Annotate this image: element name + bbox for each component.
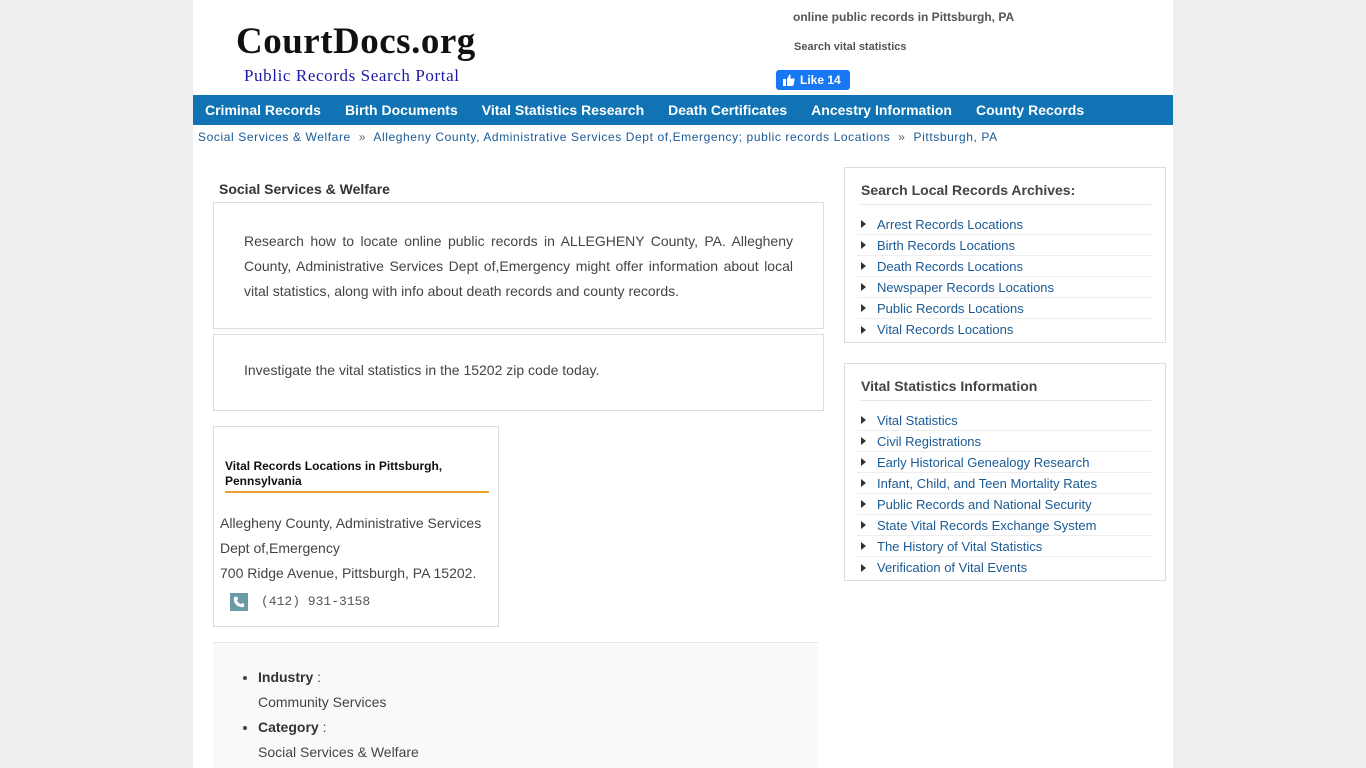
intro-text: Research how to locate online public rec… (244, 233, 793, 299)
caret-right-icon (861, 325, 866, 334)
detail-item-category: Category : Social Services & Welfare (258, 715, 419, 765)
facebook-like-label: Like 14 (800, 73, 841, 87)
nav-item-death-certificates[interactable]: Death Certificates (668, 102, 787, 118)
list-item: Vital Statistics (857, 410, 1152, 431)
list-item: Early Historical Genealogy Research (857, 452, 1152, 473)
main-nav: Criminal Records Birth Documents Vital S… (193, 95, 1173, 125)
breadcrumb: Social Services & Welfare » Allegheny Co… (198, 130, 998, 144)
location-address: Allegheny County, Administrative Service… (220, 511, 481, 586)
caret-right-icon (861, 437, 866, 445)
list-item: Infant, Child, and Teen Mortality Rates (857, 473, 1152, 494)
vital-info-list: Vital Statistics Civil Registrations Ear… (857, 410, 1152, 578)
location-name-line2: Dept of,Emergency (220, 540, 340, 556)
vital-info-widget: Vital Statistics Information Vital Stati… (844, 363, 1166, 581)
location-street-address: 700 Ridge Avenue, Pittsburgh, PA 15202. (220, 565, 477, 581)
list-item: Arrest Records Locations (857, 214, 1152, 235)
vital-link-exchange-system[interactable]: State Vital Records Exchange System (877, 518, 1096, 533)
detail-label: Industry (258, 669, 314, 685)
list-item: Verification of Vital Events (857, 557, 1152, 578)
vital-link-civil-registrations[interactable]: Civil Registrations (877, 434, 981, 449)
page: CourtDocs.org Public Records Search Port… (193, 0, 1173, 768)
archive-link-vital-records[interactable]: Vital Records Locations (877, 322, 1013, 337)
vital-link-vital-statistics[interactable]: Vital Statistics (877, 413, 958, 428)
list-item: Vital Records Locations (857, 319, 1152, 340)
detail-label: Category (258, 719, 319, 735)
breadcrumb-item-locations[interactable]: Allegheny County, Administrative Service… (373, 130, 890, 144)
site-logo-subtitle[interactable]: Public Records Search Portal (244, 66, 460, 86)
section-title: Social Services & Welfare (219, 181, 390, 197)
detail-item-industry: Industry : Community Services (258, 665, 419, 715)
caret-right-icon (861, 542, 866, 550)
archive-link-public-records[interactable]: Public Records Locations (877, 301, 1024, 316)
list-item: Birth Records Locations (857, 235, 1152, 256)
nav-item-vital-statistics-research[interactable]: Vital Statistics Research (482, 102, 644, 118)
breadcrumb-item-category[interactable]: Social Services & Welfare (198, 130, 351, 144)
location-card: Vital Records Locations in Pittsburgh, P… (213, 426, 499, 627)
details-panel: Industry : Community Services Category :… (213, 642, 818, 768)
intro-box: Research how to locate online public rec… (213, 202, 824, 329)
list-item: Newspaper Records Locations (857, 277, 1152, 298)
thumbs-up-icon (783, 74, 795, 86)
archive-link-arrest-records[interactable]: Arrest Records Locations (877, 217, 1023, 232)
phone-icon (230, 593, 248, 611)
nav-item-county-records[interactable]: County Records (976, 102, 1084, 118)
details-list: Industry : Community Services Category :… (258, 665, 419, 765)
vital-link-history[interactable]: The History of Vital Statistics (877, 539, 1042, 554)
site-logo-title[interactable]: CourtDocs.org (236, 20, 476, 63)
list-item: State Vital Records Exchange System (857, 515, 1152, 536)
list-item: The History of Vital Statistics (857, 536, 1152, 557)
caret-right-icon (861, 458, 866, 466)
caret-right-icon (861, 283, 866, 291)
caret-right-icon (861, 416, 866, 424)
list-item: Public Records and National Security (857, 494, 1152, 515)
caret-right-icon (861, 479, 866, 487)
zip-text: Investigate the vital statistics in the … (244, 362, 600, 378)
vital-link-national-security[interactable]: Public Records and National Security (877, 497, 1092, 512)
archive-link-newspaper-records[interactable]: Newspaper Records Locations (877, 280, 1054, 295)
header-link-public-records[interactable]: online public records in Pittsburgh, PA (793, 10, 1014, 24)
archives-list: Arrest Records Locations Birth Records L… (857, 214, 1152, 340)
caret-right-icon (861, 563, 866, 572)
archives-widget: Search Local Records Archives: Arrest Re… (844, 167, 1166, 343)
breadcrumb-separator: » (898, 130, 906, 144)
archives-widget-title: Search Local Records Archives: (861, 182, 1151, 205)
caret-right-icon (861, 241, 866, 249)
vital-link-mortality-rates[interactable]: Infant, Child, and Teen Mortality Rates (877, 476, 1097, 491)
location-card-title: Vital Records Locations in Pittsburgh, P… (225, 459, 489, 493)
list-item: Civil Registrations (857, 431, 1152, 452)
location-name-line1: Allegheny County, Administrative Service… (220, 515, 482, 531)
archive-link-death-records[interactable]: Death Records Locations (877, 259, 1023, 274)
phone-number[interactable]: (412) 931-3158 (261, 594, 370, 609)
nav-item-criminal-records[interactable]: Criminal Records (205, 102, 321, 118)
caret-right-icon (861, 262, 866, 270)
vital-link-verification[interactable]: Verification of Vital Events (877, 560, 1027, 575)
nav-item-birth-documents[interactable]: Birth Documents (345, 102, 458, 118)
caret-right-icon (861, 304, 866, 312)
breadcrumb-separator: » (358, 130, 367, 144)
header-link-vital-statistics[interactable]: Search vital statistics (794, 41, 907, 53)
detail-value: Community Services (258, 694, 387, 710)
detail-value: Social Services & Welfare (258, 744, 419, 760)
caret-right-icon (861, 220, 866, 228)
list-item: Public Records Locations (857, 298, 1152, 319)
list-item: Death Records Locations (857, 256, 1152, 277)
archive-link-birth-records[interactable]: Birth Records Locations (877, 238, 1015, 253)
vital-info-widget-title: Vital Statistics Information (861, 378, 1151, 401)
nav-item-ancestry-information[interactable]: Ancestry Information (811, 102, 952, 118)
caret-right-icon (861, 500, 866, 508)
zip-box: Investigate the vital statistics in the … (213, 334, 824, 411)
caret-right-icon (861, 521, 866, 529)
vital-link-genealogy-research[interactable]: Early Historical Genealogy Research (877, 455, 1089, 470)
facebook-like-button[interactable]: Like 14 (776, 70, 850, 90)
breadcrumb-item-city[interactable]: Pittsburgh, PA (914, 130, 998, 144)
